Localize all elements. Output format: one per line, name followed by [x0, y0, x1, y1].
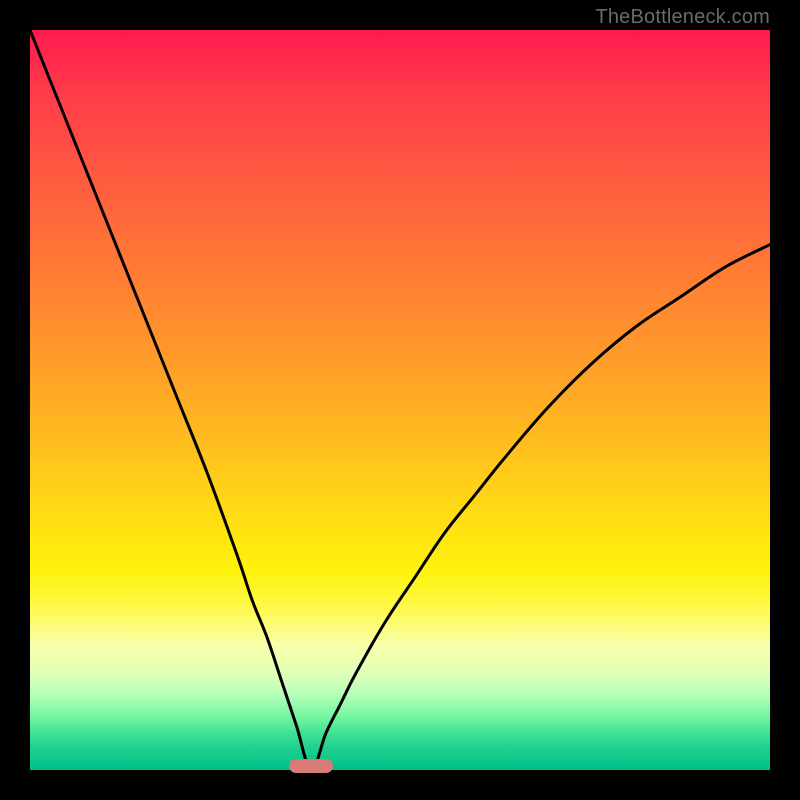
chart-frame: TheBottleneck.com — [0, 0, 800, 800]
plot-area — [30, 30, 770, 770]
watermark-text: TheBottleneck.com — [595, 6, 770, 29]
bottleneck-curve — [30, 30, 770, 770]
optimal-range-marker — [289, 759, 333, 773]
